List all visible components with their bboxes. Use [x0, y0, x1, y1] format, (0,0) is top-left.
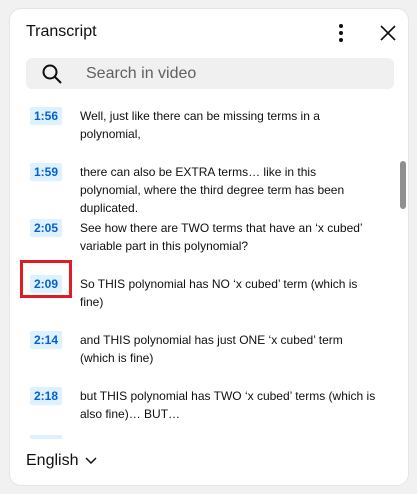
- more-vert-icon-dot: [339, 38, 343, 42]
- segment-timestamp[interactable]: 2:14: [30, 331, 63, 349]
- more-vert-icon-dot: [339, 31, 343, 35]
- more-vert-icon: [339, 24, 343, 28]
- more-options-button[interactable]: [330, 22, 352, 44]
- transcript-list[interactable]: 1:56 Well, just like there can be missin…: [10, 97, 400, 437]
- segment-text: Well, just like there can be missing ter…: [80, 109, 320, 141]
- search-box[interactable]: [26, 58, 394, 89]
- search-icon: [42, 64, 62, 84]
- scrollbar-thumb[interactable]: [400, 161, 406, 209]
- partial-next-timestamp: [30, 435, 62, 439]
- chevron-down-icon: [85, 457, 98, 465]
- segment-text: See how there are TWO terms that have an…: [80, 221, 363, 253]
- segment-timestamp[interactable]: 2:05: [30, 219, 63, 237]
- segment-timestamp[interactable]: 1:56: [30, 107, 63, 125]
- transcript-segment[interactable]: 2:14 and THIS polynomial has just ONE ‘x…: [10, 331, 390, 379]
- segment-timestamp[interactable]: 1:59: [30, 163, 63, 181]
- transcript-segment[interactable]: 1:56 Well, just like there can be missin…: [10, 107, 390, 155]
- transcript-panel: Transcript 1:56 Well, just like there ca…: [9, 8, 409, 486]
- transcript-segment[interactable]: 2:05 See how there are TWO terms that ha…: [10, 219, 390, 267]
- transcript-segment[interactable]: 2:18 but THIS polynomial has TWO ‘x cube…: [10, 387, 390, 435]
- segment-text: there can also be EXTRA terms… like in t…: [80, 165, 345, 215]
- language-selector[interactable]: English: [26, 452, 98, 470]
- close-icon[interactable]: [378, 23, 398, 43]
- transcript-segment[interactable]: 2:09 So THIS polynomial has NO ‘x cubed’…: [10, 275, 390, 323]
- language-label: English: [26, 452, 79, 469]
- segment-text: and THIS polynomial has just ONE ‘x cube…: [80, 333, 343, 365]
- segment-timestamp[interactable]: 2:18: [30, 387, 63, 405]
- segment-text: but THIS polynomial has TWO ‘x cubed’ te…: [80, 389, 376, 421]
- panel-title: Transcript: [26, 23, 97, 40]
- segment-text: So THIS polynomial has NO ‘x cubed’ term…: [80, 277, 358, 309]
- search-input[interactable]: [86, 58, 381, 89]
- segment-timestamp[interactable]: 2:09: [30, 275, 63, 293]
- transcript-segment[interactable]: 1:59 there can also be EXTRA terms… like…: [10, 163, 390, 215]
